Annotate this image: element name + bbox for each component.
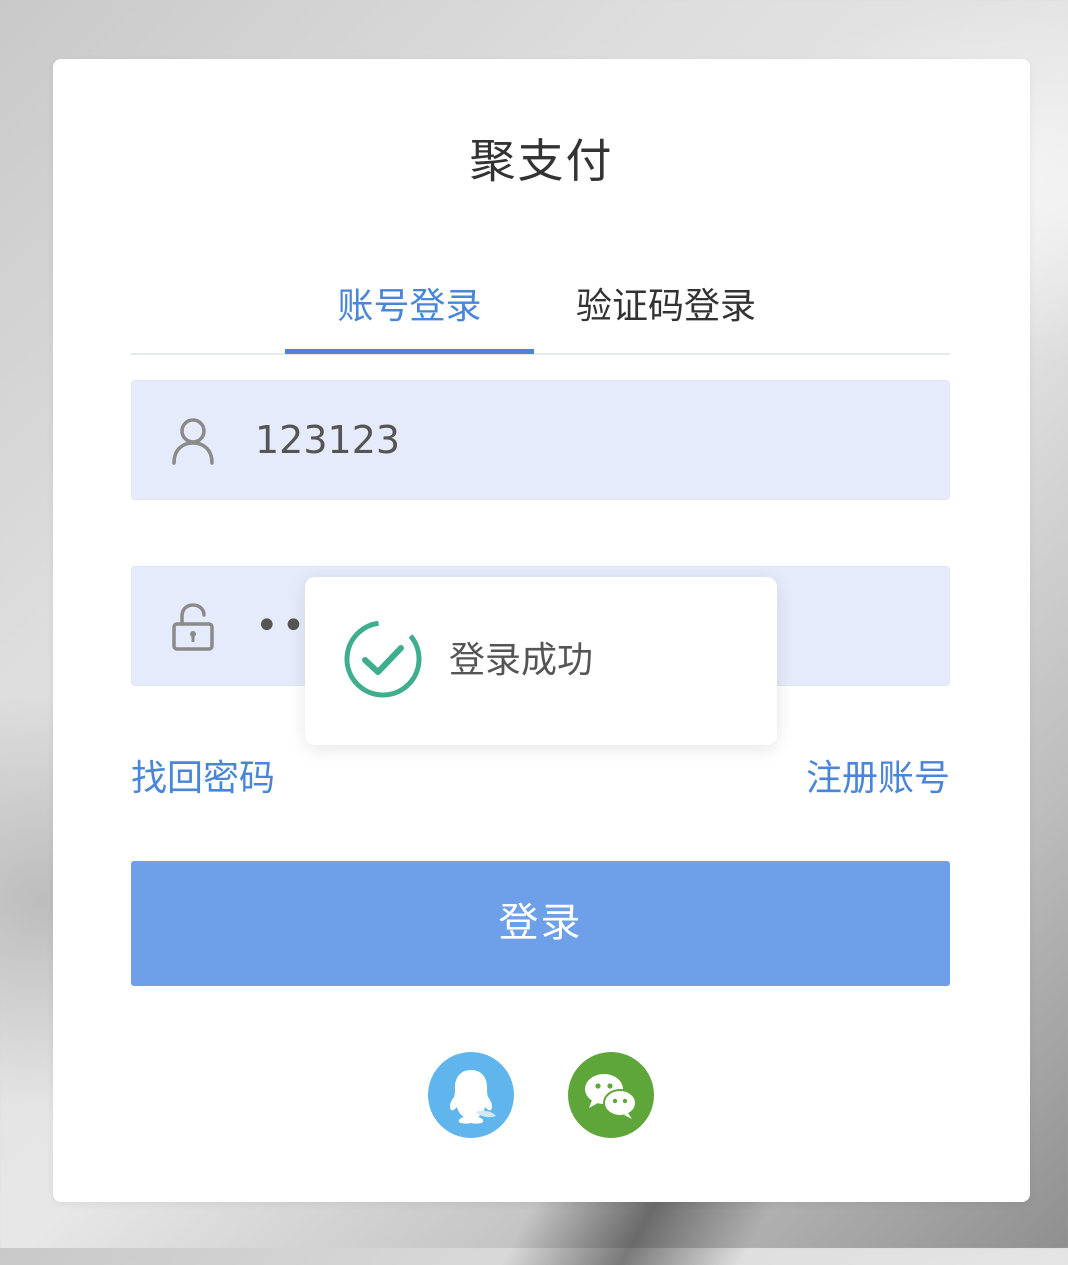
lock-icon [170, 602, 216, 652]
success-toast: 登录成功 [305, 577, 777, 745]
active-tab-indicator [285, 349, 534, 354]
login-button[interactable]: 登录 [131, 861, 950, 986]
tab-code-login[interactable]: 验证码登录 [561, 277, 771, 337]
register-link[interactable]: 注册账号 [806, 749, 950, 801]
wechat-login-button[interactable] [568, 1052, 654, 1138]
tab-account-login[interactable]: 账号登录 [285, 277, 534, 337]
forgot-password-link[interactable]: 找回密码 [131, 749, 275, 801]
login-tabs: 账号登录 验证码登录 [131, 267, 950, 355]
user-icon [170, 416, 216, 466]
app-title: 聚支付 [469, 134, 614, 188]
toast-message: 登录成功 [449, 640, 594, 681]
check-circle-icon [341, 617, 425, 701]
username-field[interactable]: 123123 [131, 380, 950, 500]
background-decoration [499, 1195, 781, 1265]
wechat-icon [585, 1074, 637, 1119]
qq-icon [450, 1070, 496, 1124]
qq-login-button[interactable] [428, 1052, 514, 1138]
username-value: 123123 [255, 418, 401, 462]
